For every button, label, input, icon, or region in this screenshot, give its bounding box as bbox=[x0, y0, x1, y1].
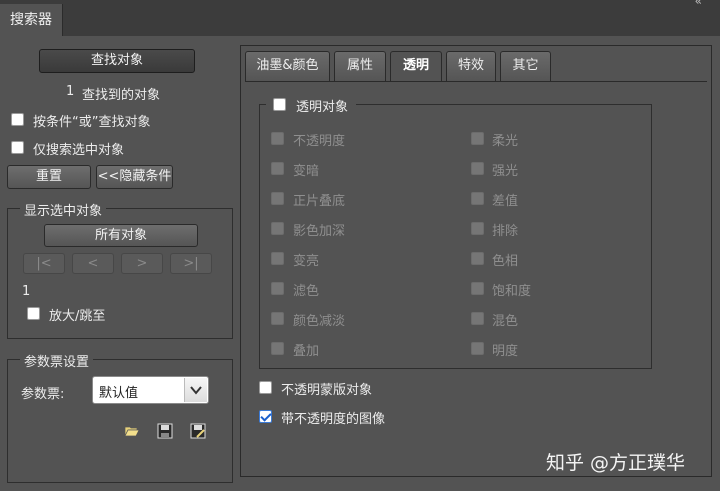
param-ticket-group-title: 参数票设置 bbox=[20, 351, 94, 370]
blend-color-dodge-checkbox[interactable] bbox=[271, 312, 284, 325]
collapse-icon[interactable]: « bbox=[695, 0, 702, 8]
transparency-objects-label: 透明对象 bbox=[296, 100, 349, 115]
title-bar bbox=[0, 0, 720, 36]
opacity-mask-label: 不透明蒙版对象 bbox=[281, 383, 373, 398]
watermark: 知乎 @方正璞华 bbox=[546, 452, 686, 474]
transparency-objects-checkbox[interactable] bbox=[273, 98, 286, 111]
find-objects-button[interactable]: 查找对象 bbox=[39, 49, 195, 73]
save-icon[interactable] bbox=[157, 423, 173, 439]
tab-effects[interactable]: 特效 bbox=[446, 51, 496, 81]
blend-hard-light-label: 强光 bbox=[492, 164, 519, 179]
blend-luminosity-label: 明度 bbox=[492, 344, 519, 359]
blend-multiply-checkbox[interactable] bbox=[271, 192, 284, 205]
blend-color-burn-label: 影色加深 bbox=[293, 224, 346, 239]
first-object-button[interactable]: |< bbox=[23, 253, 65, 274]
or-search-label: 按条件“或”查找对象 bbox=[33, 115, 151, 130]
tab-transparency[interactable]: 透明 bbox=[390, 51, 442, 82]
search-selected-label: 仅搜索选中对象 bbox=[33, 143, 125, 158]
blend-screen-checkbox[interactable] bbox=[271, 282, 284, 295]
blend-overlay-label: 叠加 bbox=[293, 344, 320, 359]
param-ticket-label: 参数票: bbox=[21, 387, 65, 402]
blend-color-burn-checkbox[interactable] bbox=[271, 222, 284, 235]
all-objects-button[interactable]: 所有对象 bbox=[44, 224, 198, 247]
opacity-mask-checkbox[interactable] bbox=[259, 381, 272, 394]
blend-luminosity-checkbox[interactable] bbox=[471, 342, 484, 355]
save-as-icon[interactable] bbox=[190, 423, 206, 439]
found-count: 1 bbox=[66, 84, 75, 99]
image-with-opacity-label: 带不透明度的图像 bbox=[281, 412, 386, 427]
blend-soft-light-label: 柔光 bbox=[492, 134, 519, 149]
panel-title-tab[interactable]: 搜索器 bbox=[0, 4, 63, 36]
tab-other[interactable]: 其它 bbox=[500, 51, 551, 81]
image-with-opacity-checkbox[interactable] bbox=[259, 410, 272, 423]
blend-hard-light-checkbox[interactable] bbox=[471, 162, 484, 175]
blend-soft-light-checkbox[interactable] bbox=[471, 132, 484, 145]
blend-difference-checkbox[interactable] bbox=[471, 192, 484, 205]
tab-divider bbox=[245, 81, 707, 82]
blend-exclusion-label: 排除 bbox=[492, 224, 519, 239]
blend-difference-label: 差值 bbox=[492, 194, 519, 209]
hide-conditions-button[interactable]: <<隐藏条件 bbox=[96, 165, 173, 189]
zoom-to-label: 放大/跳至 bbox=[49, 309, 106, 324]
show-selected-group-title: 显示选中对象 bbox=[20, 200, 107, 219]
blend-saturation-checkbox[interactable] bbox=[471, 282, 484, 295]
blend-screen-label: 滤色 bbox=[293, 284, 320, 299]
blend-lighten-label: 变亮 bbox=[293, 254, 320, 269]
blend-hue-label: 色相 bbox=[492, 254, 519, 269]
found-label: 查找到的对象 bbox=[82, 88, 161, 103]
blend-darken-label: 变暗 bbox=[293, 164, 320, 179]
blend-overlay-checkbox[interactable] bbox=[271, 342, 284, 355]
blend-darken-checkbox[interactable] bbox=[271, 162, 284, 175]
blend-saturation-label: 饱和度 bbox=[492, 284, 532, 299]
blend-opacity-label: 不透明度 bbox=[293, 134, 346, 149]
or-search-checkbox[interactable] bbox=[11, 113, 24, 126]
prev-object-button[interactable]: < bbox=[72, 253, 114, 274]
chevron-down-icon[interactable] bbox=[184, 378, 207, 402]
last-object-button[interactable]: >| bbox=[170, 253, 212, 274]
zoom-to-checkbox[interactable] bbox=[27, 307, 40, 320]
tab-properties[interactable]: 属性 bbox=[334, 51, 386, 81]
folder-open-icon[interactable] bbox=[124, 424, 140, 438]
next-object-button[interactable]: > bbox=[121, 253, 163, 274]
search-selected-checkbox[interactable] bbox=[11, 141, 24, 154]
blend-lighten-checkbox[interactable] bbox=[271, 252, 284, 265]
object-index: 1 bbox=[22, 284, 31, 299]
param-ticket-select-value: 默认值 bbox=[99, 386, 139, 401]
blend-color-dodge-label: 颜色减淡 bbox=[293, 314, 346, 329]
blend-color-label: 混色 bbox=[492, 314, 519, 329]
blend-exclusion-checkbox[interactable] bbox=[471, 222, 484, 235]
tab-ink-color[interactable]: 油墨&颜色 bbox=[245, 51, 330, 81]
blend-hue-checkbox[interactable] bbox=[471, 252, 484, 265]
param-ticket-select[interactable]: 默认值 bbox=[92, 376, 209, 404]
blend-multiply-label: 正片叠底 bbox=[293, 194, 346, 209]
blend-opacity-checkbox[interactable] bbox=[271, 132, 284, 145]
blend-color-checkbox[interactable] bbox=[471, 312, 484, 325]
reset-button[interactable]: 重置 bbox=[7, 165, 91, 189]
